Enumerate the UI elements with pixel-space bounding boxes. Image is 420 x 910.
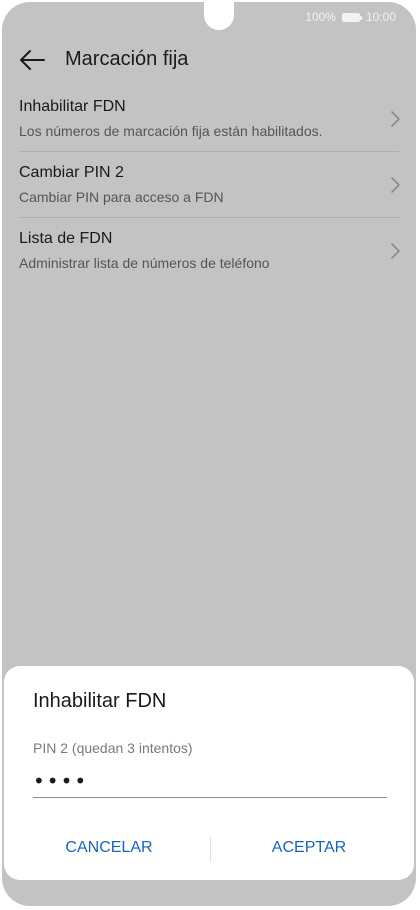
- accept-button[interactable]: ACEPTAR: [209, 832, 409, 862]
- chevron-right-icon: [391, 177, 400, 193]
- disable-fdn-dialog: Inhabilitar FDN PIN 2 (quedan 3 intentos…: [4, 666, 414, 880]
- settings-item-subtitle: Administrar lista de números de teléfono: [19, 255, 270, 271]
- settings-item-title: Cambiar PIN 2: [19, 164, 124, 181]
- settings-item-subtitle: Los números de marcación fija están habi…: [19, 123, 323, 139]
- dialog-actions: CANCELAR ACEPTAR: [4, 832, 414, 862]
- pin-field-label: PIN 2 (quedan 3 intentos): [33, 740, 193, 756]
- app-bar: Marcación fija: [2, 38, 416, 82]
- dialog-title: Inhabilitar FDN: [33, 690, 167, 712]
- chevron-right-icon: [391, 111, 400, 127]
- battery-icon: [341, 12, 362, 22]
- status-bar: 100% 10:00: [305, 8, 396, 26]
- settings-item-title: Lista de FDN: [19, 230, 113, 247]
- chevron-right-icon: [391, 243, 400, 259]
- settings-list: Inhabilitar FDN Los números de marcación…: [2, 86, 416, 284]
- clock: 10:00: [365, 10, 396, 24]
- page-title: Marcación fija: [65, 48, 189, 70]
- arrow-left-icon[interactable]: [18, 48, 46, 72]
- camera-notch: [204, 2, 234, 30]
- settings-item-disable-fdn[interactable]: Inhabilitar FDN Los números de marcación…: [2, 86, 416, 152]
- settings-item-change-pin2[interactable]: Cambiar PIN 2 Cambiar PIN para acceso a …: [2, 152, 416, 218]
- cancel-button[interactable]: CANCELAR: [9, 832, 209, 862]
- settings-item-fdn-list[interactable]: Lista de FDN Administrar lista de número…: [2, 218, 416, 284]
- phone-screen: 100% 10:00 Marcación fija Inhabilitar FD…: [2, 2, 416, 906]
- settings-item-title: Inhabilitar FDN: [19, 98, 126, 115]
- battery-percent: 100%: [305, 10, 336, 24]
- settings-item-subtitle: Cambiar PIN para acceso a FDN: [19, 189, 224, 205]
- pin2-input[interactable]: [33, 764, 387, 798]
